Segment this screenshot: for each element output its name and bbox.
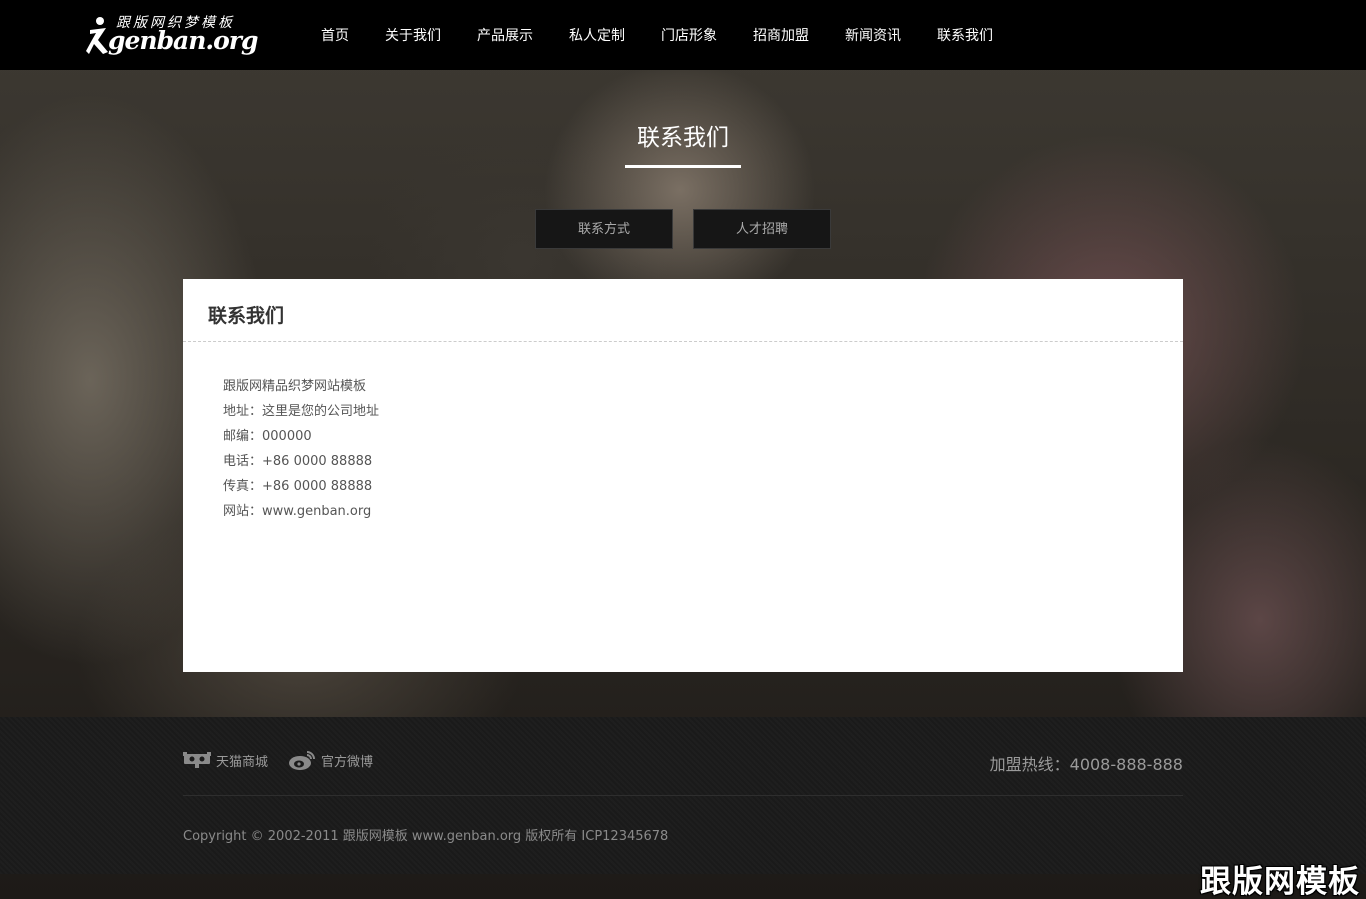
nav-item-news[interactable]: 新闻资讯 xyxy=(827,0,919,70)
info-phone: 电话：+86 0000 88888 xyxy=(223,454,373,469)
footer-links: 天猫商城 官方微博 xyxy=(183,749,393,771)
footer: 天猫商城 官方微博 加盟热线：4008-888-888 Copyright © … xyxy=(0,717,1366,874)
info-company: 跟版网精品织梦网站模板 xyxy=(223,379,367,394)
weibo-label: 官方微博 xyxy=(321,754,374,770)
content-card: 联系我们 跟版网精品织梦网站模板 地址：这里是您的公司地址 邮编：000000 … xyxy=(183,279,1183,672)
weibo-link[interactable]: 官方微博 xyxy=(288,749,373,771)
tab-recruitment[interactable]: 人才招聘 xyxy=(693,209,831,249)
copyright-text: Copyright © 2002-2011 跟版网模板 www.genban.o… xyxy=(183,829,669,844)
info-address: 地址：这里是您的公司地址 xyxy=(223,404,380,419)
watermark: 跟版网模板 xyxy=(1200,864,1360,899)
page-title: 联系我们 xyxy=(637,125,729,151)
title-underline xyxy=(625,165,741,168)
nav-item-contact[interactable]: 联系我们 xyxy=(919,0,1011,70)
card-divider xyxy=(183,341,1183,342)
info-postcode: 邮编：000000 xyxy=(223,429,312,444)
franchise-hotline: 加盟热线：4008-888-888 xyxy=(989,755,1183,774)
contact-info: 跟版网精品织梦网站模板 地址：这里是您的公司地址 邮编：000000 电话：+8… xyxy=(223,374,379,524)
info-website: 网站：www.genban.org xyxy=(223,504,372,519)
tmall-label: 天猫商城 xyxy=(216,754,269,770)
card-title: 联系我们 xyxy=(208,305,285,327)
logo[interactable]: 跟版网织梦模板 genban.org xyxy=(86,12,258,58)
nav-item-franchise[interactable]: 招商加盟 xyxy=(735,0,827,70)
info-fax: 传真：+86 0000 88888 xyxy=(223,479,373,494)
nav-item-custom[interactable]: 私人定制 xyxy=(551,0,643,70)
tab-contact-info[interactable]: 联系方式 xyxy=(535,209,673,249)
nav-item-stores[interactable]: 门店形象 xyxy=(643,0,735,70)
weibo-icon xyxy=(289,751,316,770)
nav-item-home[interactable]: 首页 xyxy=(303,0,367,70)
nav-item-about[interactable]: 关于我们 xyxy=(367,0,459,70)
tmall-link[interactable]: 天猫商城 xyxy=(183,751,268,770)
nav-item-products[interactable]: 产品展示 xyxy=(459,0,551,70)
tmall-icon xyxy=(183,752,211,768)
main-nav: 首页 关于我们 产品展示 私人定制 门店形象 招商加盟 新闻资讯 联系我们 xyxy=(303,0,1011,70)
footer-divider xyxy=(183,795,1183,796)
logo-text-en: genban.org xyxy=(108,26,258,55)
header: 跟版网织梦模板 genban.org 首页 关于我们 产品展示 私人定制 门店形… xyxy=(0,0,1366,70)
